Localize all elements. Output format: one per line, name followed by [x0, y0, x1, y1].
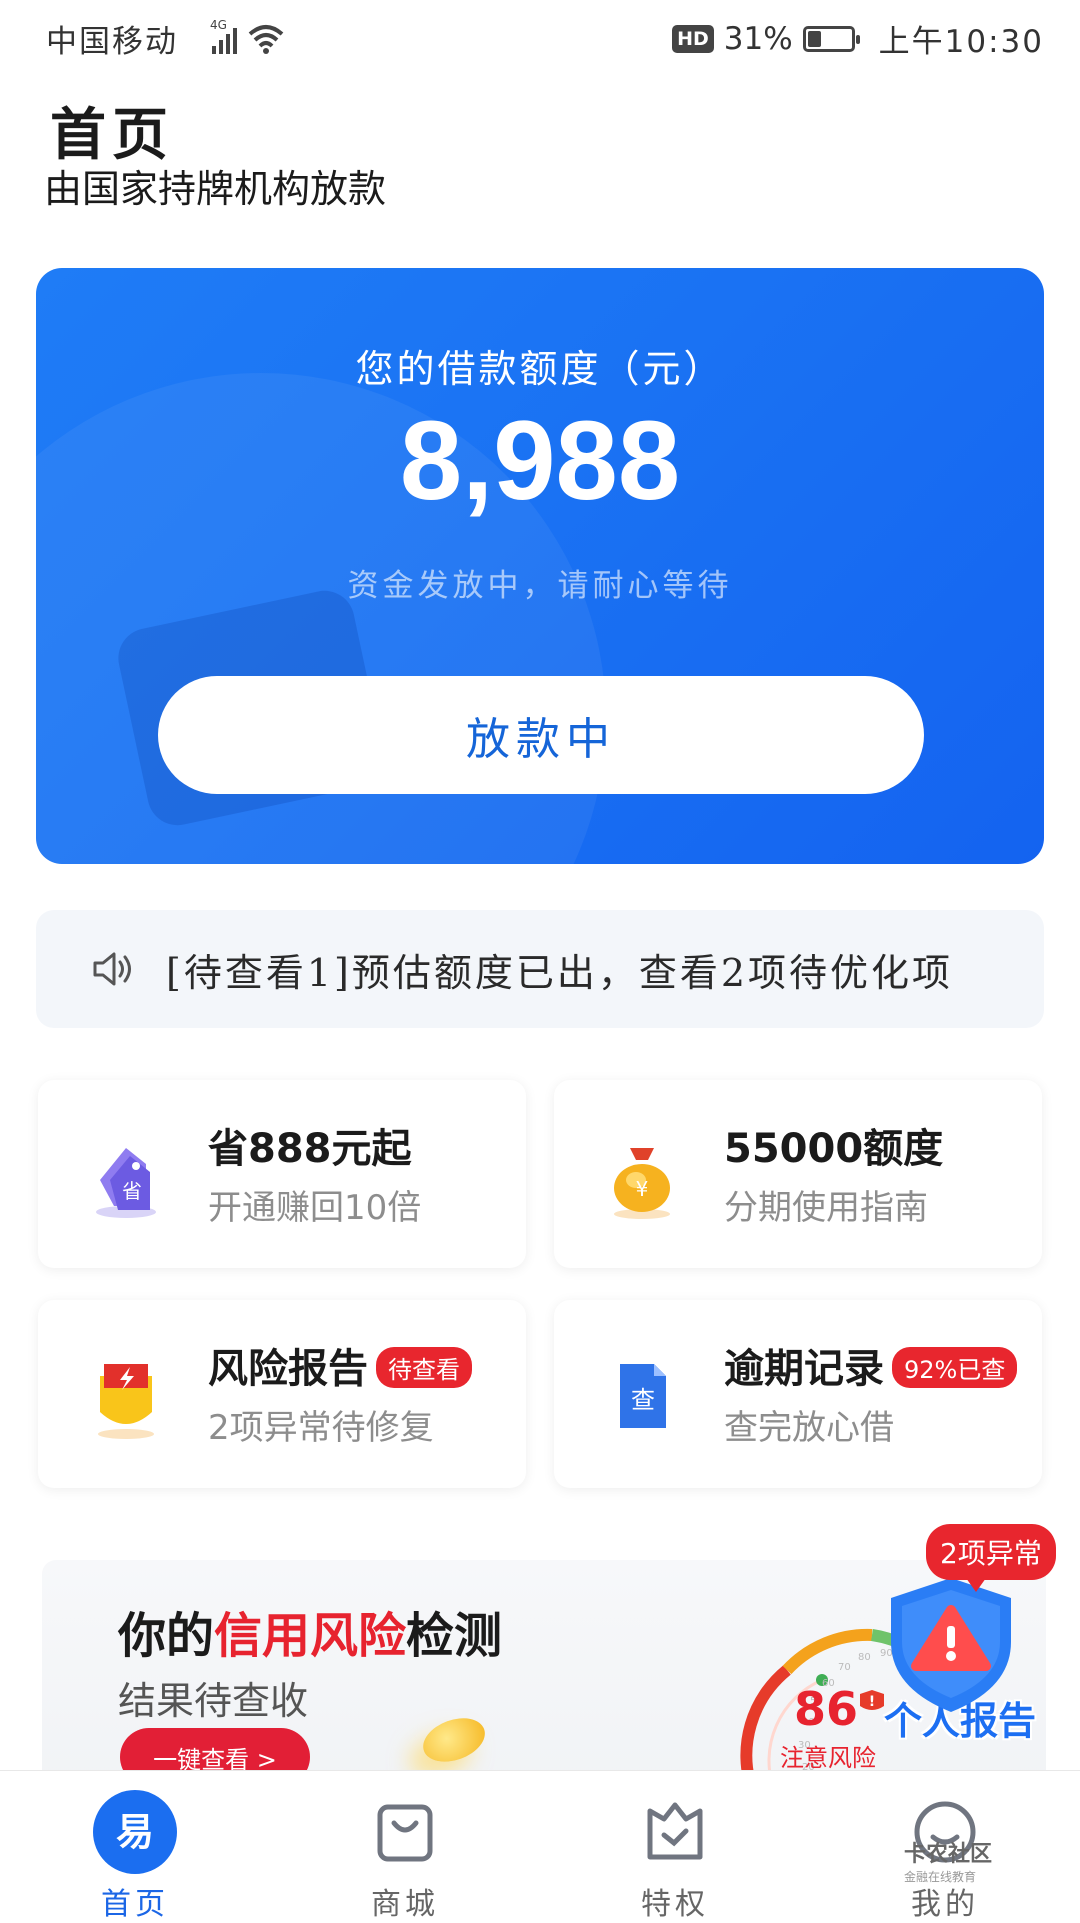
battery-icon [802, 25, 860, 52]
tile-desc: 分期使用指南 [724, 1188, 928, 1228]
credit-limit-amount: 8,988 [399, 398, 681, 523]
privilege-crown-icon [647, 1802, 703, 1860]
home-logo-icon: 易 [93, 1790, 177, 1874]
tile-title: 55000额度 [724, 1126, 944, 1172]
tile-overdue-record[interactable]: 查 逾期记录 92%已查 查完放心借 [554, 1300, 1042, 1488]
nav-label: 特权 [641, 1887, 709, 1922]
risk-score-label: 注意风险 [780, 1744, 876, 1772]
svg-text:!: ! [869, 1694, 875, 1710]
watermark: 卡农社区 金融在线教育 [904, 1836, 992, 1885]
status-right: HD 31% 上午10:30 [672, 16, 1044, 61]
signal-wifi-icon: 4G [210, 18, 284, 54]
battery-percent: 31% [723, 20, 793, 57]
tile-credit-limit[interactable]: ¥ 55000额度 分期使用指南 [554, 1080, 1042, 1268]
anomaly-alert-tag: 2项异常 [926, 1524, 1056, 1592]
credit-limit-card: 您的借款额度（元） 8,988 资金发放中，请耐心等待 放款中 [36, 268, 1044, 864]
tile-desc: 2项异常待修复 [208, 1408, 434, 1448]
checked-badge: 92%已查 [892, 1346, 1018, 1388]
tile-title-text: 逾期记录 [724, 1346, 884, 1392]
risk-title: 你的信用风险检测 [118, 1596, 502, 1666]
lightning-shield-icon [98, 1364, 154, 1439]
hd-indicator: HD [672, 24, 714, 53]
money-bag-icon: ¥ [614, 1148, 670, 1219]
gold-coin-icon [417, 1710, 491, 1770]
clock: 上午10:30 [878, 24, 1044, 60]
risk-title-highlight: 信用风险 [214, 1608, 407, 1664]
status-bar: 中国移动 4G HD 31% 上午10:30 [0, 0, 1080, 76]
bag-icon-char: ¥ [636, 1177, 649, 1201]
tile-save-money[interactable]: 省 省888元起 开通赚回10倍 [38, 1080, 526, 1268]
risk-title-suffix: 检测 [406, 1608, 503, 1664]
tile-title: 风险报告 待查看 [208, 1336, 472, 1394]
tile-title: 省888元起 [208, 1126, 412, 1172]
tile-title-text: 风险报告 [208, 1346, 368, 1392]
shopping-bag-icon [377, 1804, 433, 1862]
watermark-name: 卡农社区 [904, 1842, 993, 1867]
tile-desc: 查完放心借 [724, 1408, 894, 1448]
risk-score: 86 [794, 1682, 859, 1736]
notice-text: [待查看1]预估额度已出，查看2项待优化项 [166, 950, 954, 995]
gauge-tick: 80 [858, 1652, 871, 1663]
credit-limit-label: 您的借款额度（元） [355, 347, 725, 391]
nav-item-home[interactable]: 易 首页 [0, 1771, 270, 1922]
tile-title: 逾期记录 92%已查 [724, 1336, 1018, 1394]
watermark-tagline: 金融在线教育 [904, 1870, 977, 1884]
document-search-icon: 查 [620, 1364, 666, 1428]
network-type: 4G [210, 18, 227, 32]
risk-title-prefix: 你的 [118, 1608, 215, 1664]
doc-icon-char: 查 [631, 1386, 655, 1414]
page-subtitle: 由国家持牌机构放款 [44, 167, 387, 211]
carrier-name: 中国移动 [46, 24, 178, 60]
nav-label: 商城 [371, 1887, 439, 1922]
home-logo-char: 易 [116, 1810, 154, 1854]
tile-desc: 开通赚回10倍 [208, 1188, 422, 1228]
risk-subtitle: 结果待查收 [118, 1679, 309, 1723]
tag-icon-char: 省 [122, 1179, 142, 1203]
nav-item-mall[interactable]: 商城 [270, 1771, 540, 1922]
nav-item-privilege[interactable]: 特权 [540, 1771, 810, 1922]
discount-tag-icon: 省 [96, 1148, 156, 1218]
gauge-tick: 70 [838, 1662, 851, 1673]
disbursing-button[interactable]: 放款中 [158, 676, 924, 794]
alert-shield-icon[interactable] [876, 1570, 1026, 1720]
pending-badge: 待查看 [376, 1346, 472, 1388]
disbursement-status: 资金发放中，请耐心等待 [347, 568, 733, 604]
notice-bar[interactable]: [待查看1]预估额度已出，查看2项待优化项 [36, 910, 1044, 1028]
nav-label: 首页 [101, 1887, 169, 1922]
nav-label: 我的 [911, 1887, 979, 1922]
speaker-icon [93, 952, 131, 986]
tile-risk-report[interactable]: 风险报告 待查看 2项异常待修复 [38, 1300, 526, 1488]
